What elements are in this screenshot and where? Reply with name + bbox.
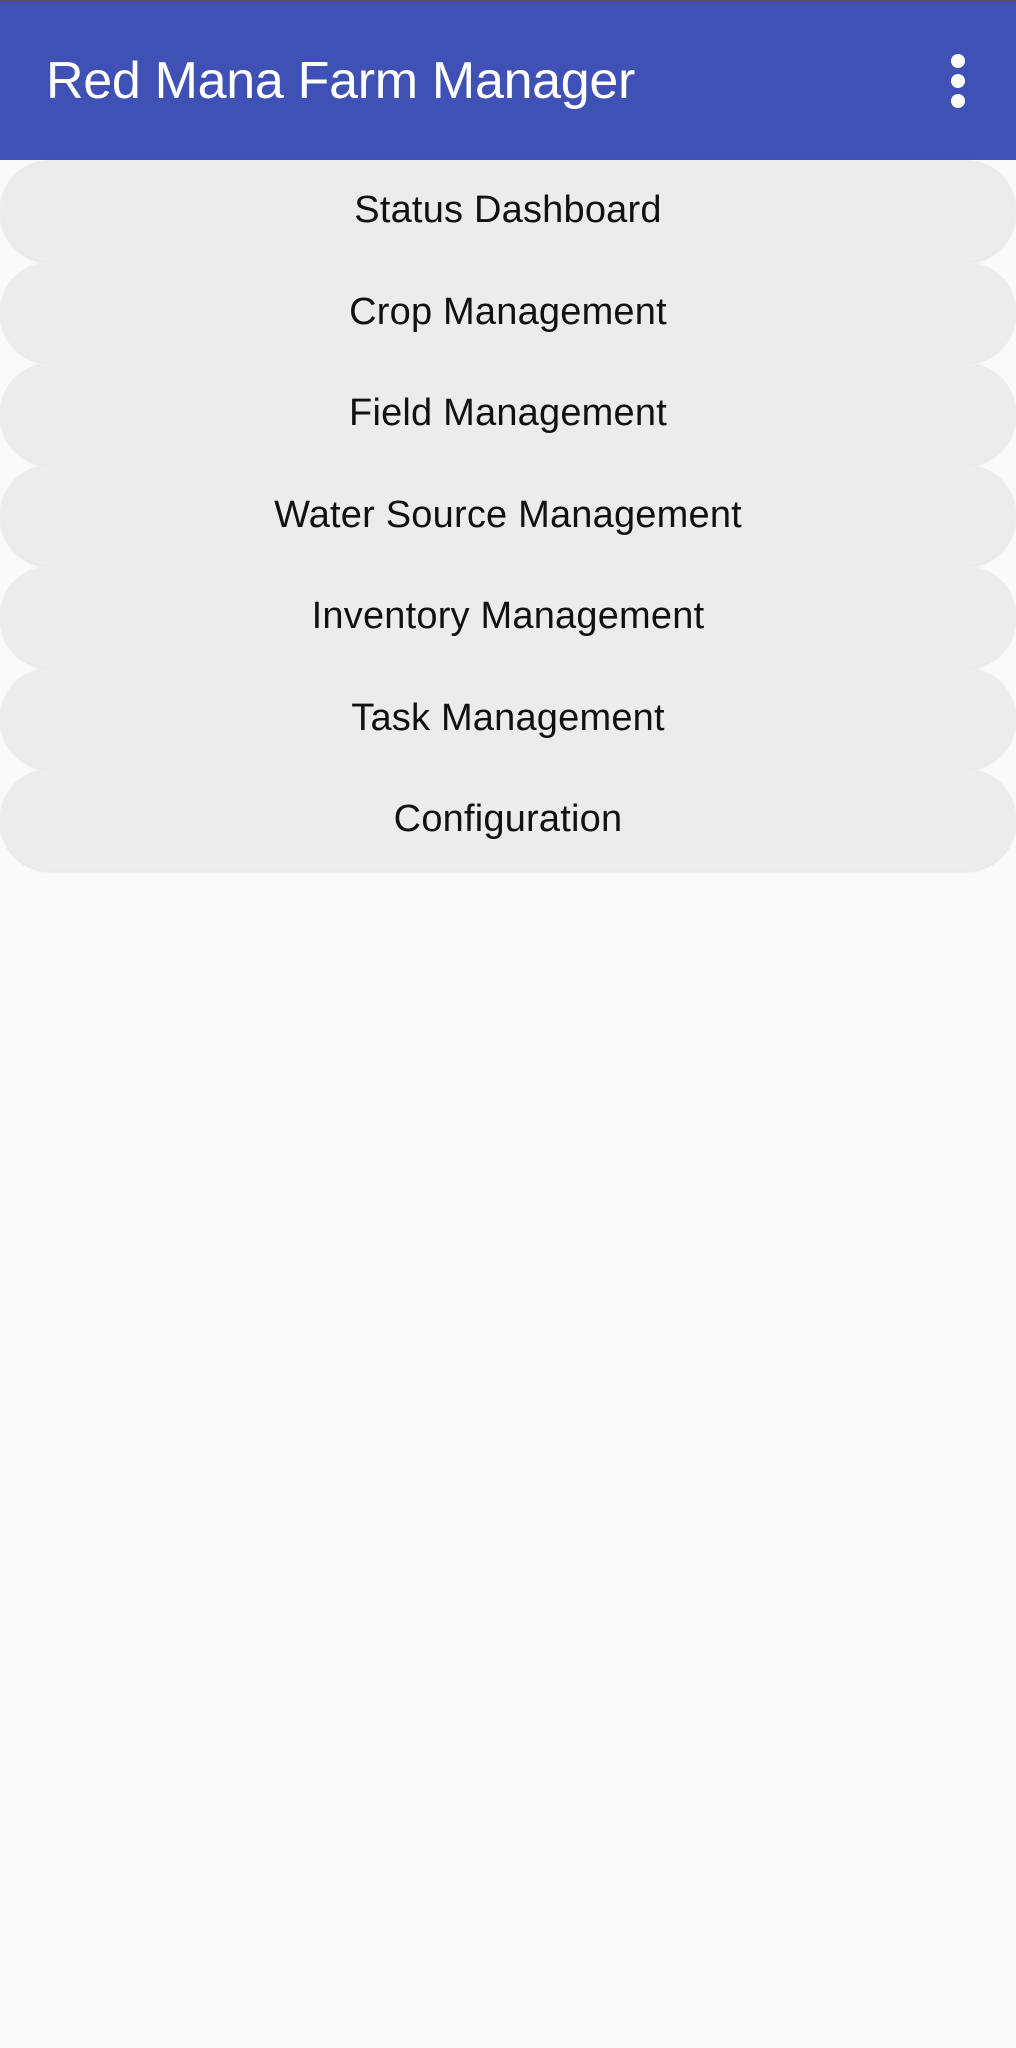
app-bar: Red Mana Farm Manager bbox=[0, 0, 1016, 160]
field-management-button[interactable]: Field Management bbox=[0, 363, 1016, 465]
inventory-management-button[interactable]: Inventory Management bbox=[0, 566, 1016, 668]
inventory-management-label: Inventory Management bbox=[311, 595, 705, 638]
main-menu: Status Dashboard Crop Management Field M… bbox=[0, 160, 1016, 871]
configuration-button[interactable]: Configuration bbox=[0, 769, 1016, 871]
water-source-management-label: Water Source Management bbox=[274, 493, 742, 536]
app-title: Red Mana Farm Manager bbox=[46, 52, 636, 110]
field-management-label: Field Management bbox=[349, 392, 667, 435]
more-vert-icon bbox=[951, 54, 965, 108]
crop-management-label: Crop Management bbox=[349, 290, 667, 333]
water-source-management-button[interactable]: Water Source Management bbox=[0, 464, 1016, 566]
status-dashboard-button[interactable]: Status Dashboard bbox=[0, 160, 1016, 262]
task-management-button[interactable]: Task Management bbox=[0, 667, 1016, 769]
status-dashboard-label: Status Dashboard bbox=[354, 189, 662, 232]
configuration-label: Configuration bbox=[393, 798, 623, 841]
crop-management-button[interactable]: Crop Management bbox=[0, 261, 1016, 363]
task-management-label: Task Management bbox=[351, 696, 665, 739]
overflow-menu-button[interactable] bbox=[928, 31, 988, 131]
